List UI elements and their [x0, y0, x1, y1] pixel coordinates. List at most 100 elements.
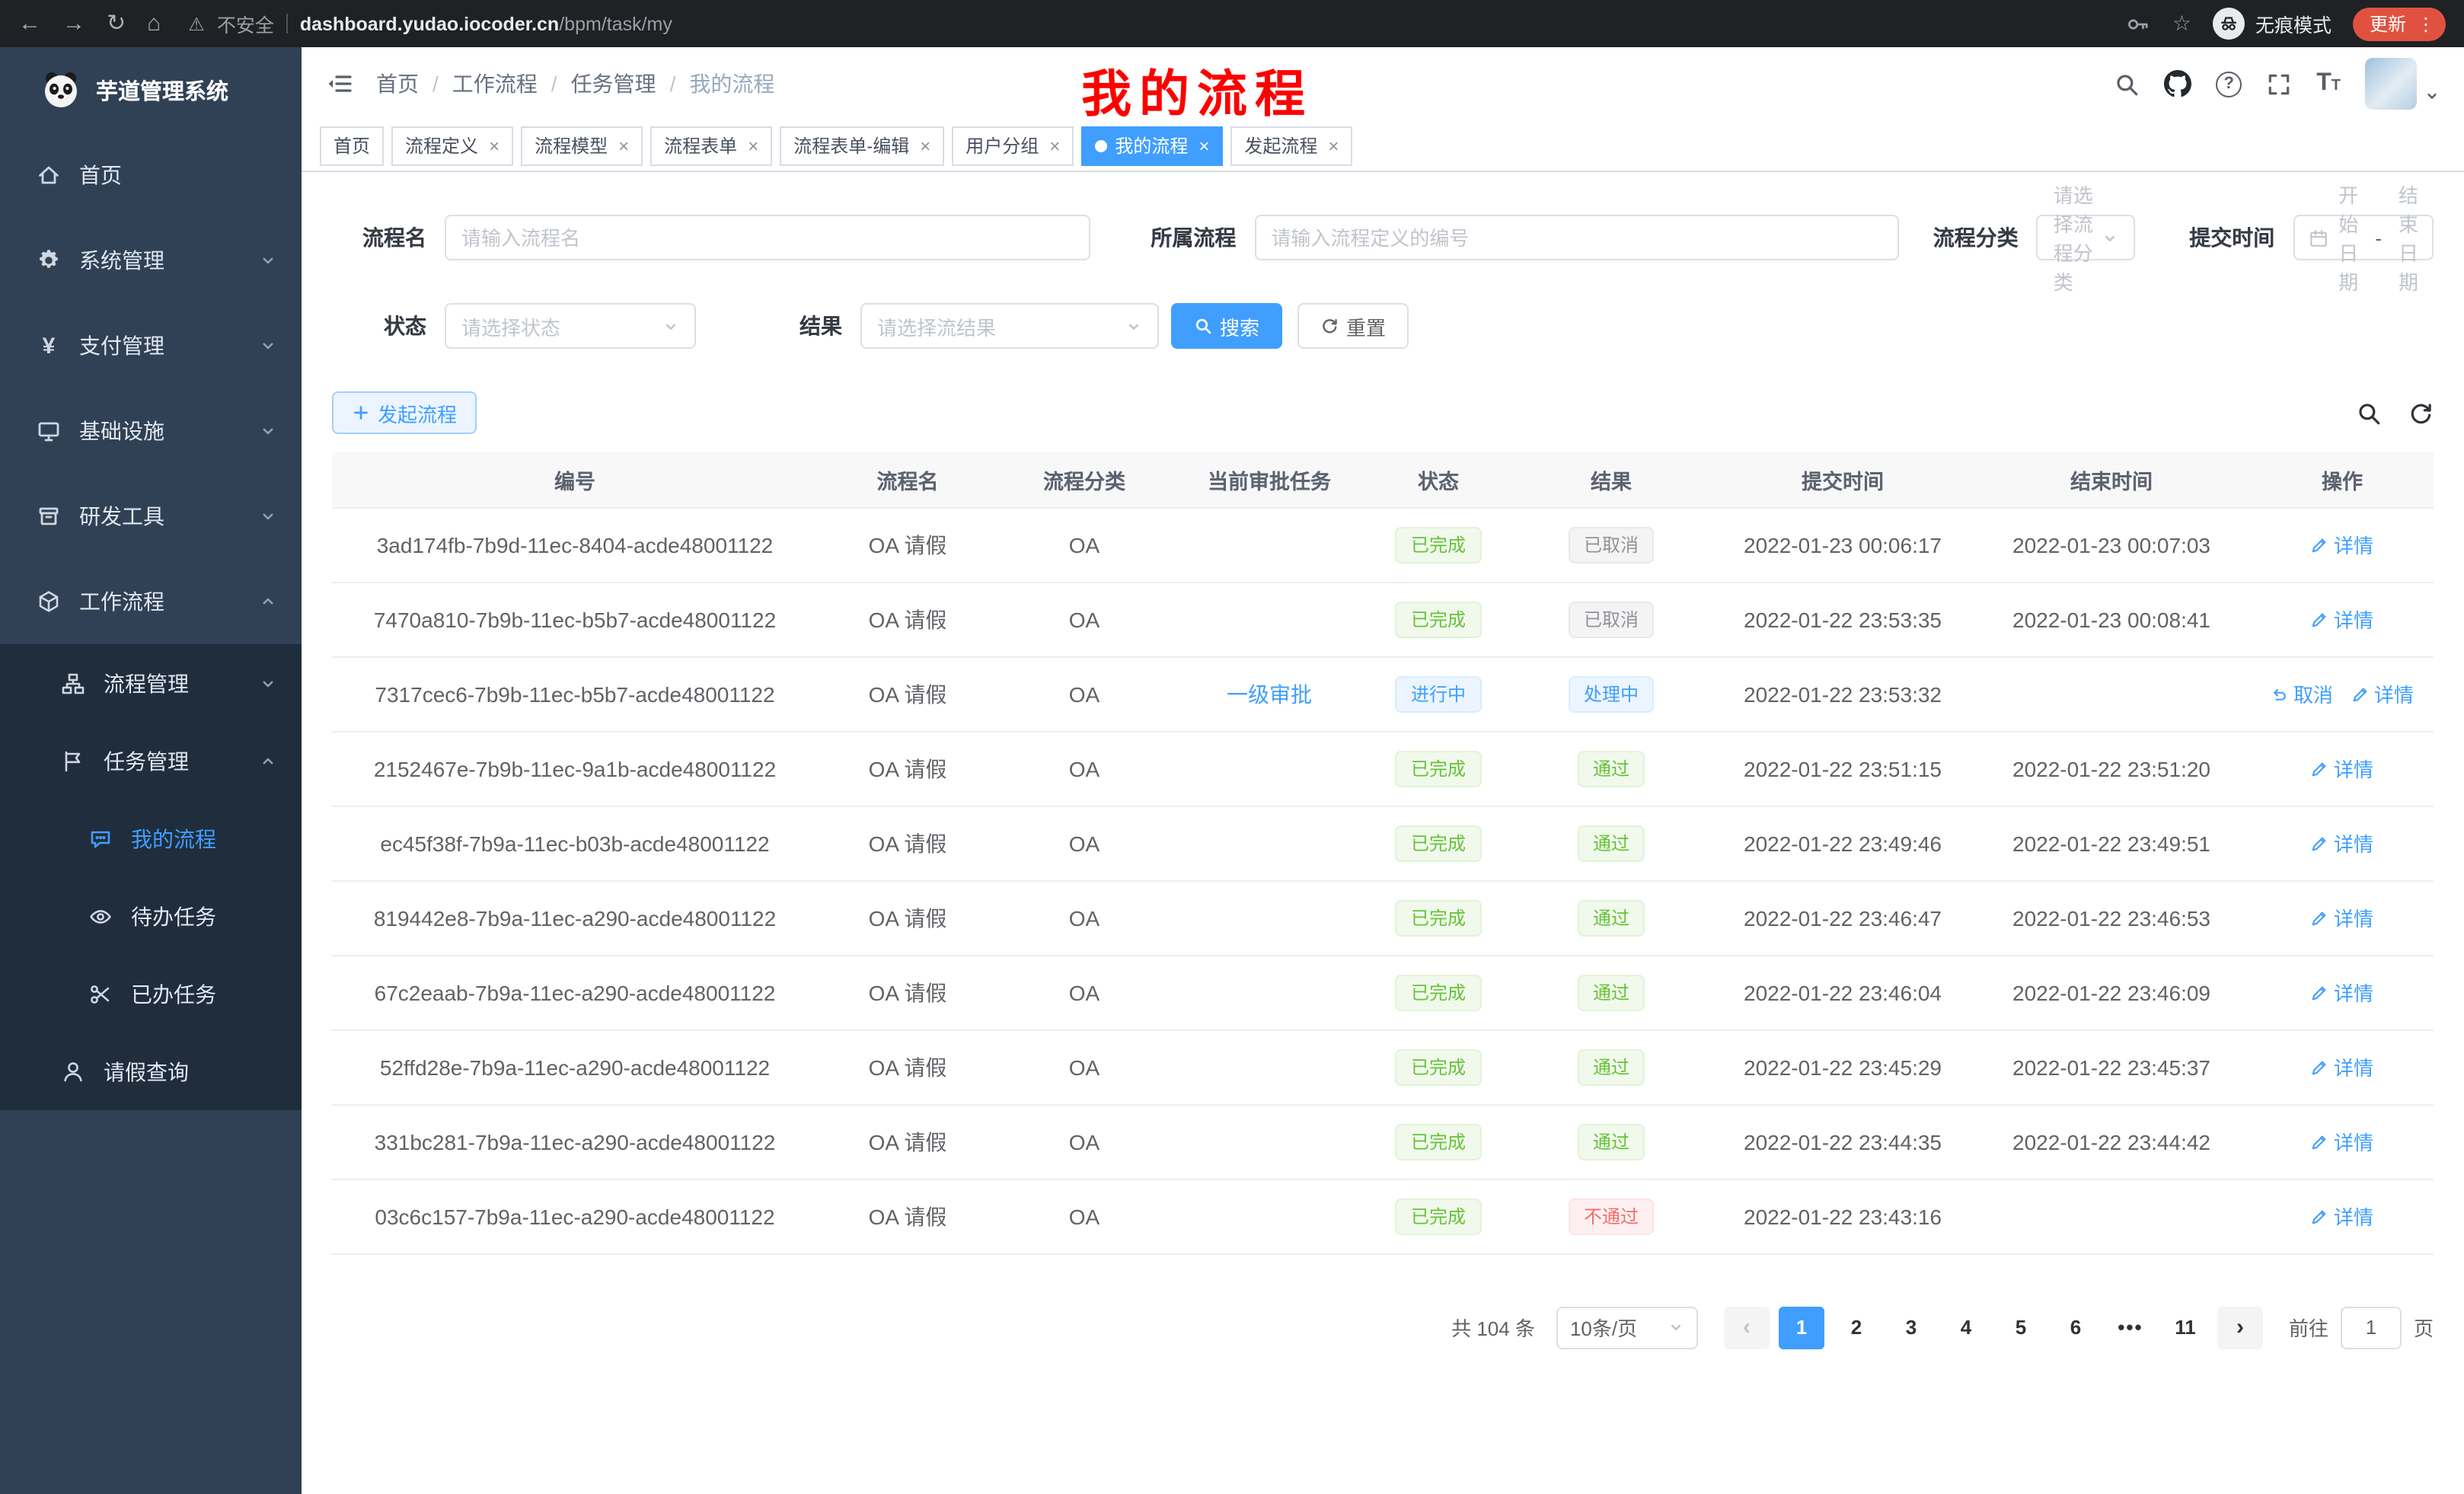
detail-action-link[interactable]: 详情	[2311, 903, 2373, 932]
help-icon[interactable]: ?	[2216, 71, 2242, 97]
close-icon[interactable]: ×	[1328, 135, 1339, 156]
browser-home-icon[interactable]: ⌂	[147, 12, 161, 35]
current-task-link[interactable]: 一级审批	[1227, 682, 1312, 706]
avatar[interactable]	[2365, 58, 2417, 110]
close-icon[interactable]: ×	[1198, 135, 1209, 156]
tag-tab-process-definition[interactable]: 流程定义×	[391, 126, 513, 165]
close-icon[interactable]: ×	[748, 135, 758, 156]
prev-page-button[interactable]: ‹	[1724, 1306, 1770, 1349]
status-badge: 已完成	[1396, 601, 1481, 637]
sidebar-item-workflow[interactable]: 工作流程	[0, 559, 302, 644]
detail-action-link[interactable]: 详情	[2311, 1127, 2373, 1156]
next-page-button[interactable]: ›	[2217, 1306, 2263, 1349]
process-category-select[interactable]: 请选择流程分类	[2037, 215, 2135, 260]
page-button-11[interactable]: 11	[2162, 1306, 2208, 1349]
sidebar-item-leave-query[interactable]: 请假查询	[0, 1033, 302, 1110]
url-host: dashboard.yudao.iocoder.cn	[300, 13, 559, 34]
close-icon[interactable]: ×	[920, 135, 930, 156]
start-process-button[interactable]: 发起流程	[332, 391, 477, 434]
refresh-icon[interactable]	[2408, 400, 2434, 426]
edit-icon	[2311, 1207, 2329, 1225]
more-pages-button[interactable]: •••	[2108, 1306, 2153, 1349]
status-badge: 已完成	[1396, 825, 1481, 861]
process-definition-input[interactable]	[1254, 215, 1899, 260]
result-select[interactable]: 请选择流结果	[860, 303, 1159, 349]
back-icon[interactable]: ←	[18, 12, 41, 35]
cell-id: 2152467e-7b9b-11ec-9a1b-acde48001122	[332, 731, 818, 806]
tag-tab-start-process[interactable]: 发起流程×	[1230, 126, 1352, 165]
breadcrumb-workflow[interactable]: 工作流程	[452, 69, 538, 99]
breadcrumb-home[interactable]: 首页	[376, 69, 419, 99]
sidebar-item-process-management[interactable]: 流程管理	[0, 644, 302, 722]
breadcrumb-task-management[interactable]: 任务管理	[571, 69, 656, 99]
close-icon[interactable]: ×	[489, 135, 500, 156]
search-icon[interactable]	[2114, 71, 2140, 97]
process-name-input[interactable]	[445, 215, 1090, 260]
col-header-submit-time: 提交时间	[1713, 452, 1972, 507]
github-icon[interactable]	[2164, 70, 2191, 97]
sidebar-item-devtools[interactable]: 研发工具	[0, 474, 302, 559]
sidebar-item-label: 我的流程	[131, 823, 216, 854]
close-icon[interactable]: ×	[618, 135, 629, 156]
sidebar-item-task-management[interactable]: 任务管理	[0, 722, 302, 800]
cell-name: OA 请假	[818, 507, 997, 582]
close-icon[interactable]: ×	[1049, 135, 1060, 156]
app-logo[interactable]: 芋道管理系统	[0, 47, 302, 132]
key-icon[interactable]	[2127, 11, 2151, 36]
page-button-3[interactable]: 3	[1888, 1306, 1934, 1349]
forward-icon[interactable]: →	[62, 12, 85, 35]
search-button[interactable]: 搜索	[1171, 303, 1282, 349]
tag-tab-my-process[interactable]: 我的流程×	[1081, 126, 1223, 165]
chevron-up-icon	[259, 752, 277, 770]
reset-button[interactable]: 重置	[1297, 303, 1409, 349]
page-button-5[interactable]: 5	[1998, 1306, 2044, 1349]
page-button-6[interactable]: 6	[2053, 1306, 2099, 1349]
detail-action-link[interactable]: 详情	[2311, 1052, 2373, 1081]
detail-action-link[interactable]: 详情	[2311, 605, 2373, 634]
sidebar-item-payment[interactable]: ¥ 支付管理	[0, 303, 302, 388]
browser-menu-icon[interactable]: ⋮	[2417, 14, 2435, 33]
page-button-2[interactable]: 2	[1834, 1306, 1879, 1349]
cell-status: 进行中	[1368, 656, 1509, 731]
font-size-icon[interactable]: TT	[2316, 72, 2341, 96]
tags-view-bar: 首页 流程定义× 流程模型× 流程表单× 流程表单-编辑× 用户分组× 我的流程…	[302, 120, 2464, 172]
page-size-select[interactable]: 10条/页	[1556, 1306, 1698, 1349]
sidebar-item-my-process[interactable]: 我的流程	[0, 800, 302, 877]
tag-tab-home[interactable]: 首页	[320, 126, 384, 165]
table-row: 7317cec6-7b9b-11ec-b5b7-acde48001122 OA …	[332, 656, 2434, 731]
status-select[interactable]: 请选择状态	[445, 303, 696, 349]
tag-tab-user-group[interactable]: 用户分组×	[952, 126, 1074, 165]
tree-icon	[61, 671, 85, 695]
browser-update-button[interactable]: 更新 ⋮	[2353, 7, 2446, 40]
cell-category: OA	[997, 1030, 1171, 1104]
cancel-action-link[interactable]: 取消	[2271, 679, 2333, 708]
cell-name: OA 请假	[818, 880, 997, 955]
fullscreen-icon[interactable]	[2266, 71, 2292, 97]
detail-action-link[interactable]: 详情	[2311, 754, 2373, 783]
sidebar-toggle-icon[interactable]	[326, 70, 353, 97]
address-bar[interactable]: ⚠ 不安全 dashboard.yudao.iocoder.cn/bpm/tas…	[188, 9, 672, 38]
breadcrumb-separator: /	[432, 72, 439, 96]
detail-action-link[interactable]: 详情	[2311, 978, 2373, 1007]
submit-time-range-picker[interactable]: 开始日期 - 结束日期	[2293, 215, 2434, 260]
jump-page-input[interactable]	[2341, 1306, 2402, 1349]
tag-tab-process-model[interactable]: 流程模型×	[521, 126, 643, 165]
page-button-1[interactable]: 1	[1779, 1306, 1824, 1349]
bookmark-star-icon[interactable]: ☆	[2172, 11, 2191, 37]
detail-action-link[interactable]: 详情	[2311, 530, 2373, 559]
search-toggle-icon[interactable]	[2356, 400, 2382, 426]
detail-action-link[interactable]: 详情	[2351, 679, 2414, 708]
sidebar-item-system[interactable]: 系统管理	[0, 218, 302, 303]
tag-tab-process-form-edit[interactable]: 流程表单-编辑×	[780, 126, 944, 165]
reload-icon[interactable]: ↻	[107, 12, 126, 35]
url-text[interactable]: dashboard.yudao.iocoder.cn/bpm/task/my	[300, 13, 672, 34]
sidebar-item-todo-tasks[interactable]: 待办任务	[0, 877, 302, 955]
detail-action-link[interactable]: 详情	[2311, 1202, 2373, 1231]
user-menu[interactable]	[2365, 58, 2440, 110]
sidebar-item-home[interactable]: 首页	[0, 132, 302, 218]
detail-action-link[interactable]: 详情	[2311, 828, 2373, 857]
sidebar-item-infrastructure[interactable]: 基础设施	[0, 388, 302, 474]
sidebar-item-done-tasks[interactable]: 已办任务	[0, 955, 302, 1033]
tag-tab-process-form[interactable]: 流程表单×	[650, 126, 772, 165]
page-button-4[interactable]: 4	[1943, 1306, 1989, 1349]
